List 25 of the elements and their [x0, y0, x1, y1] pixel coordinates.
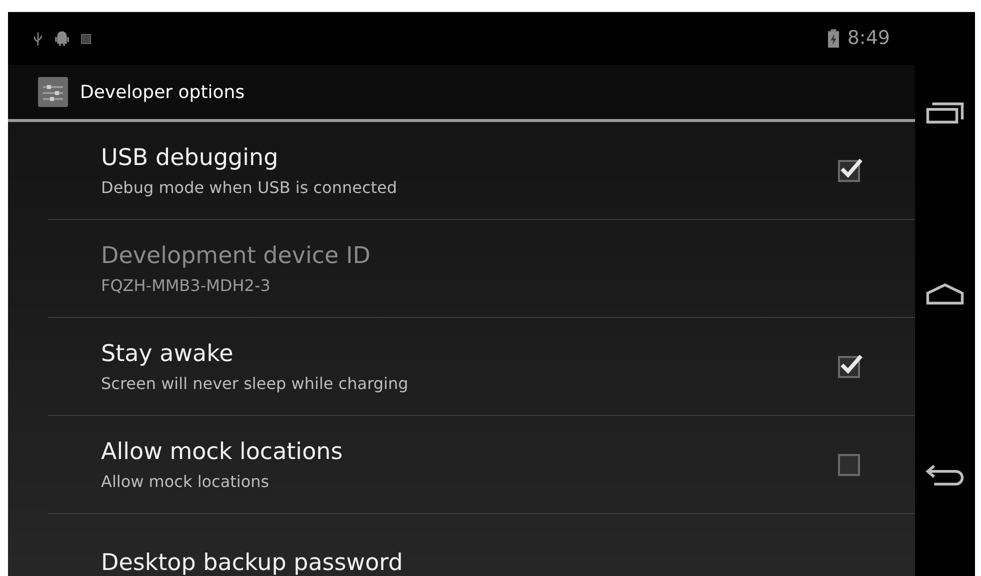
setting-summary: FQZH-MMB3-MDH2-3 — [101, 276, 272, 296]
setting-title: Allow mock locations — [101, 438, 344, 466]
recent-apps-icon[interactable] — [925, 100, 965, 125]
setting-row[interactable]: Allow mock locations Allow mock locations — [48, 416, 915, 514]
settings-sliders-icon — [38, 77, 68, 107]
clock: 8:49 — [847, 26, 890, 52]
setting-title: USB debugging — [101, 144, 280, 172]
screen-title: Developer options — [80, 80, 245, 104]
setting-summary: Allow mock locations — [101, 472, 270, 492]
setting-title: Development device ID — [101, 242, 372, 270]
setting-title: Stay awake — [101, 340, 234, 368]
checkbox[interactable] — [838, 454, 860, 476]
home-icon[interactable] — [925, 282, 965, 306]
battery-charging-icon — [828, 29, 840, 48]
back-icon[interactable] — [925, 463, 965, 488]
setting-summary: Screen will never sleep while charging — [101, 374, 410, 394]
image-icon — [81, 34, 91, 44]
setting-summary: Debug mode when USB is connected — [101, 178, 398, 198]
setting-row[interactable]: USB debugging Debug mode when USB is connected — [48, 122, 915, 220]
android-icon — [55, 30, 69, 46]
setting-title: Desktop backup password — [101, 548, 404, 576]
checkbox[interactable] — [838, 160, 860, 182]
setting-row[interactable]: Stay awake Screen will never sleep while charging — [48, 318, 915, 416]
usb-icon — [33, 32, 43, 46]
checkbox[interactable] — [838, 356, 860, 378]
